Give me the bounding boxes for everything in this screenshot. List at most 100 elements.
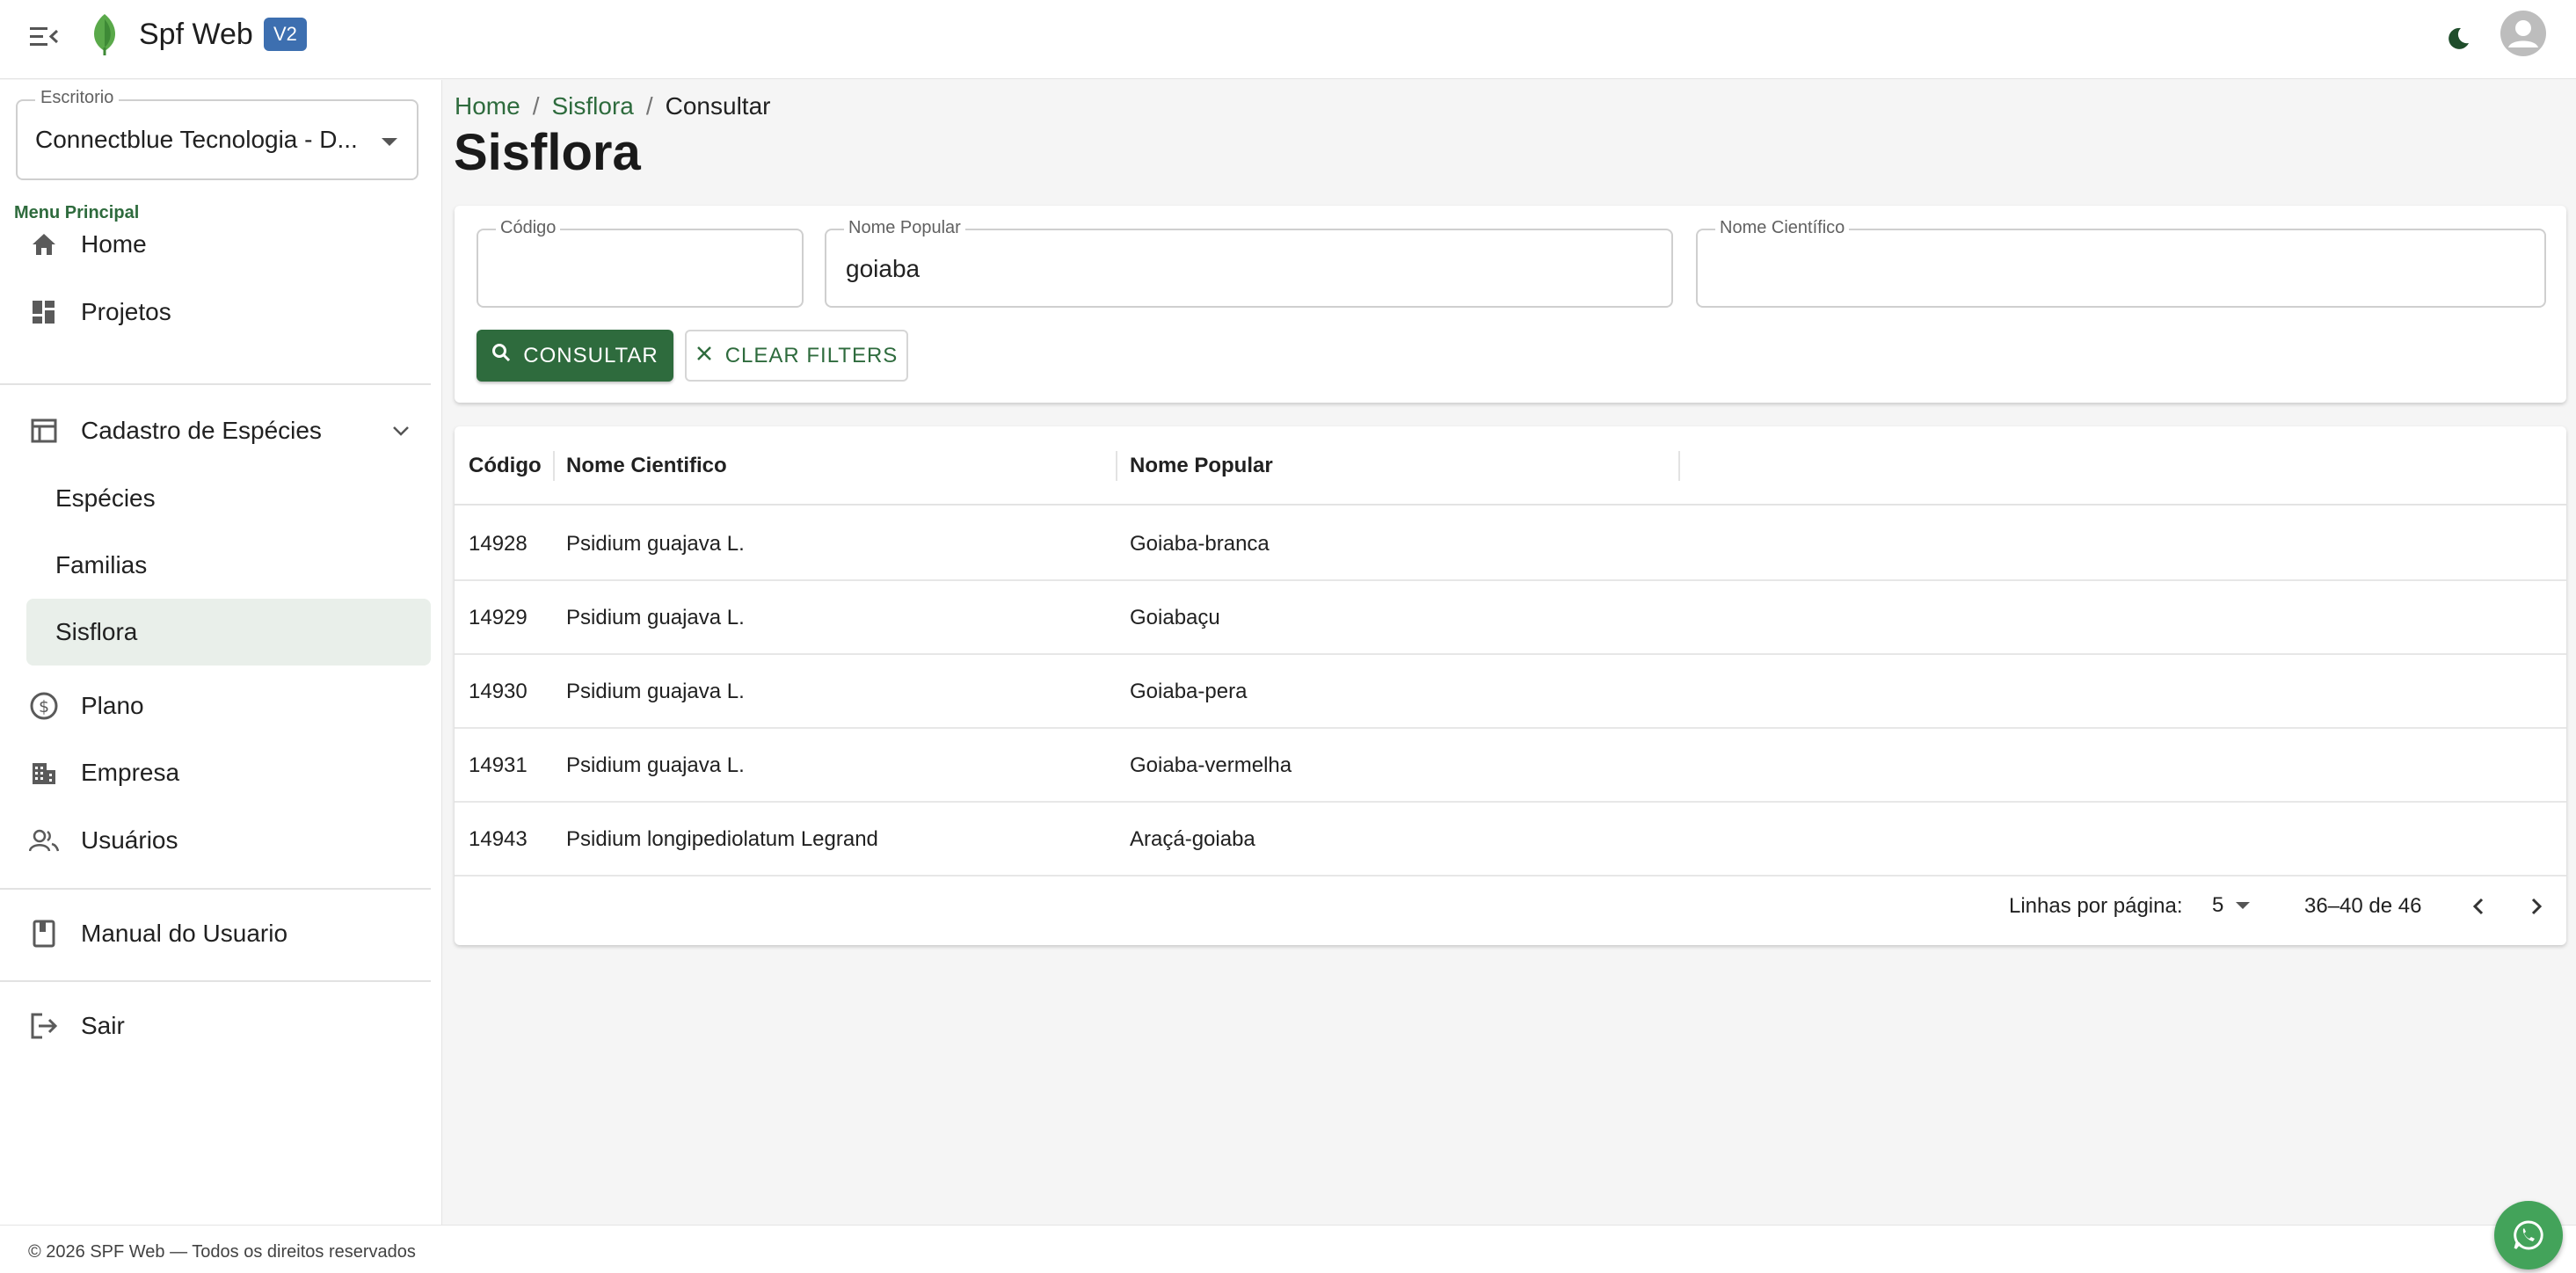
chevron-right-icon[interactable]	[2515, 886, 2556, 927]
office-select[interactable]: Escritorio Connectblue Tecnologia - D...	[16, 88, 418, 180]
column-separator	[1116, 451, 1117, 481]
divider	[0, 383, 431, 385]
column-header-codigo[interactable]: Código	[469, 426, 542, 506]
app-name: Spf Web	[139, 18, 253, 51]
nome-popular-field[interactable]: Nome Popular goiaba	[825, 218, 1673, 308]
cell-nome-popular: Goiaba-pera	[1130, 680, 1248, 703]
nome-popular-field-label: Nome Popular	[844, 218, 965, 238]
cell-nome-cientifico: Psidium guajava L.	[566, 532, 745, 556]
sidebar-item-home[interactable]: Home	[26, 214, 431, 275]
table-row[interactable]: 14943 Psidium longipediolatum Legrand Ar…	[455, 803, 2566, 877]
table-row[interactable]: 14930 Psidium guajava L. Goiaba-pera	[455, 655, 2566, 729]
building-icon	[26, 755, 62, 790]
cell-nome-popular: Goiaba-vermelha	[1130, 753, 1292, 777]
divider	[0, 980, 431, 982]
sidebar-item-usuarios[interactable]: Usuários	[26, 810, 431, 871]
sidebar-item-label: Home	[81, 230, 147, 258]
breadcrumb-separator: /	[645, 92, 653, 120]
sidebar-item-label: Usuários	[81, 826, 178, 854]
book-icon	[26, 916, 62, 951]
sidebar-item-sisflora[interactable]: Sisflora	[26, 599, 431, 666]
dashboard-icon	[26, 295, 62, 330]
breadcrumb-separator: /	[532, 92, 540, 120]
breadcrumb-sisflora[interactable]: Sisflora	[551, 92, 633, 120]
rows-per-page-value: 5	[2212, 893, 2224, 917]
whatsapp-icon[interactable]	[2494, 1201, 2563, 1269]
sidebar-item-plano[interactable]: $ Plano	[26, 675, 431, 737]
version-badge: V2	[264, 18, 307, 51]
sidebar-item-sair[interactable]: Sair	[26, 995, 431, 1057]
sidebar-item-label: Plano	[81, 692, 144, 719]
sidebar-item-manual[interactable]: Manual do Usuario	[26, 903, 431, 964]
sidebar-item-label: Manual do Usuario	[81, 920, 288, 947]
sidebar-item-label: Sair	[81, 1012, 125, 1039]
cell-codigo: 14943	[469, 827, 528, 851]
codigo-field-label: Código	[496, 218, 561, 238]
top-app-bar: Spf Web V2	[0, 0, 2576, 79]
table-row[interactable]: 14928 Psidium guajava L. Goiaba-branca	[455, 507, 2566, 581]
breadcrumb: Home / Sisflora / Consultar	[455, 92, 770, 120]
consultar-button-label: CONSULTAR	[523, 343, 659, 367]
column-separator	[1678, 451, 1680, 481]
sidebar-item-projetos[interactable]: Projetos	[26, 281, 431, 343]
nome-cientifico-field-label: Nome Científico	[1715, 218, 1850, 238]
filter-card: Código Nome Popular goiaba Nome Científi…	[455, 206, 2566, 403]
results-table: Código Nome Cientifico Nome Popular 1492…	[455, 426, 2566, 945]
sidebar-item-label: Empresa	[81, 759, 180, 786]
consultar-button[interactable]: CONSULTAR	[477, 330, 673, 382]
nome-popular-field-value: goiaba	[846, 255, 921, 282]
user-avatar-icon[interactable]	[2500, 11, 2546, 56]
pagination-range: 36–40 de 46	[2304, 894, 2422, 918]
clear-filters-button[interactable]: CLEAR FILTERS	[685, 330, 908, 382]
sidebar-item-empresa[interactable]: Empresa	[26, 742, 431, 804]
office-select-value: Connectblue Tecnologia - D...	[35, 126, 358, 153]
cell-nome-cientifico: Psidium longipediolatum Legrand	[566, 827, 878, 851]
chevron-down-icon	[390, 420, 411, 446]
page-footer: © 2026 SPF Web — Todos os direitos reser…	[0, 1225, 2576, 1273]
sidebar: Escritorio Connectblue Tecnologia - D...…	[0, 80, 442, 1225]
column-header-nome-popular[interactable]: Nome Popular	[1130, 426, 1273, 506]
breadcrumb-current: Consultar	[665, 92, 771, 120]
table-row[interactable]: 14929 Psidium guajava L. Goiabaçu	[455, 581, 2566, 655]
cell-nome-cientifico: Psidium guajava L.	[566, 680, 745, 703]
close-icon	[695, 344, 713, 368]
cell-codigo: 14928	[469, 532, 528, 556]
nome-cientifico-field[interactable]: Nome Científico	[1696, 218, 2546, 308]
table-row[interactable]: 14931 Psidium guajava L. Goiaba-vermelha	[455, 729, 2566, 803]
table-header: Código Nome Cientifico Nome Popular	[455, 426, 2566, 506]
table-pagination: Linhas por página: 5 36–40 de 46	[455, 870, 2566, 945]
rows-per-page-select[interactable]: 5	[2212, 888, 2265, 923]
sidebar-item-cadastro[interactable]: Cadastro de Espécies	[26, 400, 431, 462]
sidebar-item-label: Projetos	[81, 298, 171, 325]
chevron-left-icon[interactable]	[2459, 886, 2500, 927]
cell-nome-popular: Goiabaçu	[1130, 606, 1220, 629]
sidebar-item-familias[interactable]: Familias	[26, 532, 431, 599]
cell-nome-popular: Araçá-goiaba	[1130, 827, 1255, 851]
cell-codigo: 14931	[469, 753, 528, 777]
clear-filters-button-label: CLEAR FILTERS	[724, 343, 899, 367]
table-icon	[26, 413, 62, 448]
divider	[0, 888, 431, 890]
column-header-nome-cientifico[interactable]: Nome Cientifico	[566, 426, 727, 506]
column-separator	[553, 451, 555, 481]
footer-copyright: © 2026 SPF Web — Todos os direitos reser…	[28, 1242, 416, 1262]
cell-nome-popular: Goiaba-branca	[1130, 532, 1270, 556]
sidebar-item-label: Cadastro de Espécies	[81, 417, 322, 444]
cell-nome-cientifico: Psidium guajava L.	[566, 606, 745, 629]
menu-open-icon[interactable]	[26, 19, 62, 55]
dollar-icon: $	[26, 688, 62, 724]
logout-icon	[26, 1008, 62, 1044]
cell-nome-cientifico: Psidium guajava L.	[566, 753, 745, 777]
dropdown-caret-icon	[2236, 902, 2251, 909]
sidebar-item-especies[interactable]: Espécies	[26, 465, 431, 532]
dropdown-caret-icon	[382, 138, 397, 146]
breadcrumb-home[interactable]: Home	[455, 92, 520, 120]
svg-text:$: $	[39, 697, 49, 717]
codigo-field[interactable]: Código	[477, 218, 804, 308]
home-icon	[26, 227, 62, 262]
office-select-label: Escritorio	[35, 88, 120, 108]
moon-icon[interactable]	[2439, 19, 2478, 58]
search-icon	[491, 343, 511, 368]
cell-codigo: 14929	[469, 606, 528, 629]
cell-codigo: 14930	[469, 680, 528, 703]
